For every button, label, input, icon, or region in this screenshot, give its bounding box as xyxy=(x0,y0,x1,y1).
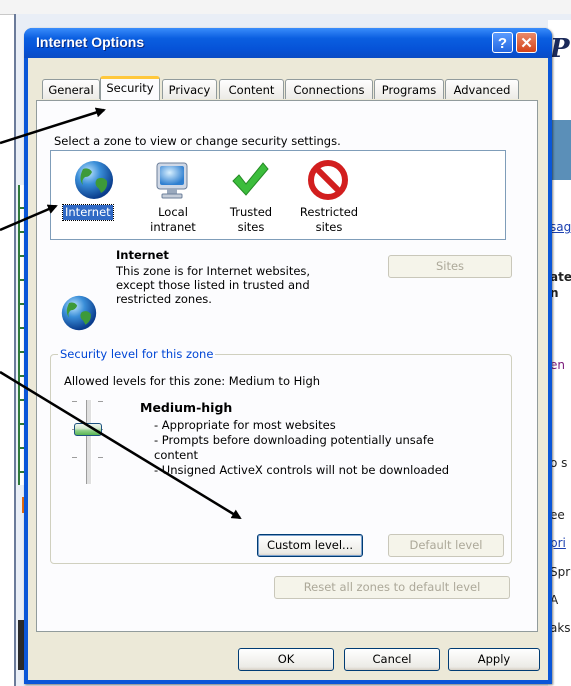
tab-security[interactable]: Security xyxy=(100,76,160,100)
arrow-to-custom-level xyxy=(0,370,242,520)
annotation-arrows xyxy=(0,107,242,520)
arrow-to-internet-zone xyxy=(0,204,58,232)
arrow-to-security-tab xyxy=(0,107,106,145)
